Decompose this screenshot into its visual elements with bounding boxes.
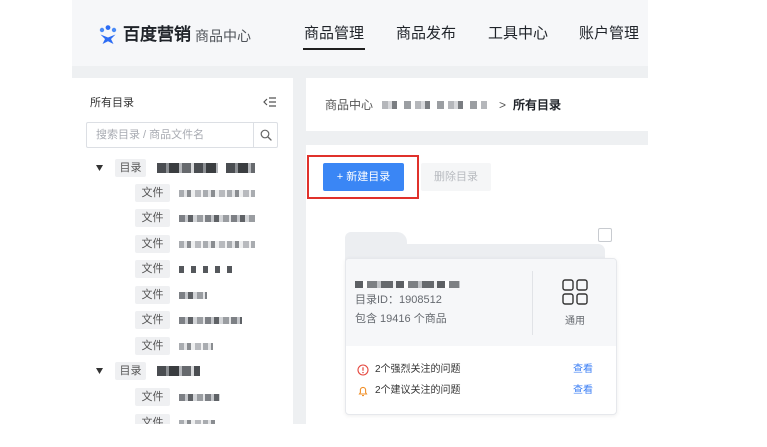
tree-file[interactable]: 文件 (72, 233, 293, 255)
file-tag: 文件 (135, 209, 170, 227)
tree-file[interactable]: 文件 (72, 309, 293, 331)
view-issue-link[interactable]: 查看 (573, 364, 593, 376)
blurred-name (226, 163, 255, 173)
blurred-name (179, 215, 255, 222)
product-name: 商品中心 (195, 28, 251, 44)
catalog-card-info[interactable]: 目录ID：1908512 包含 19416 个商品 通用 (346, 259, 616, 346)
blurred-name (179, 266, 235, 273)
baidu-marketing-logo-icon (99, 25, 117, 44)
tree-file[interactable]: 文件 (72, 258, 293, 280)
file-tag: 文件 (135, 260, 170, 278)
blurred-name (179, 394, 220, 401)
brand-logo[interactable]: 百度营销 商品中心 (72, 0, 292, 66)
file-tag: 文件 (135, 286, 170, 304)
breadcrumb: 商品中心 > 所有目录 (306, 78, 648, 131)
nav-label: 工具中心 (487, 25, 548, 42)
issue-text: 2个强烈关注的问题 (375, 364, 461, 375)
tree-file[interactable]: 文件 (72, 335, 293, 357)
view-issue-link[interactable]: 查看 (573, 385, 593, 397)
tree-file[interactable]: 文件 (72, 386, 293, 408)
issue-text: 2个建议关注的问题 (375, 385, 461, 396)
blurred-name (179, 317, 242, 324)
top-nav: 商品管理 商品发布 工具中心 账户管理 (292, 0, 648, 66)
file-tag: 文件 (135, 388, 170, 406)
blurred-breadcrumb-segment (378, 101, 487, 109)
nav-item-account-management[interactable]: 账户管理 (578, 24, 640, 50)
brand-name: 百度营销 (123, 25, 191, 44)
create-catalog-button[interactable]: + 新建目录 (323, 163, 404, 191)
tree-directory[interactable]: 目录 (72, 360, 293, 382)
blurred-name (179, 190, 255, 197)
catalog-sidebar: 所有目录 目录 文件 (72, 78, 293, 424)
error-circle-icon (357, 364, 369, 376)
nav-item-tool-center[interactable]: 工具中心 (487, 24, 549, 50)
file-tag: 文件 (135, 184, 170, 202)
delete-catalog-button[interactable]: 删除目录 (421, 163, 491, 191)
top-header: 百度营销 商品中心 商品管理 商品发布 工具中心 账户管理 (72, 0, 648, 66)
grid-icon (562, 279, 588, 305)
warning-bell-icon (357, 385, 369, 397)
catalog-tree: 目录 文件 文件 文件 文件 文件 文件 文件 目录 文件 文件 (72, 78, 293, 424)
tree-file[interactable]: 文件 (72, 207, 293, 229)
catalog-id: 目录ID：1908512 (355, 294, 442, 306)
expand-caret-icon[interactable] (96, 165, 103, 171)
blurred-name (179, 241, 255, 248)
card-divider (532, 271, 533, 335)
issue-row-suggested: 2个建议关注的问题 查看 (346, 383, 616, 399)
catalog-product-count: 包含 19416 个商品 (355, 313, 447, 325)
breadcrumb-root[interactable]: 商品中心 (325, 98, 373, 112)
catalog-card[interactable]: 目录ID：1908512 包含 19416 个商品 通用 2个强烈关注的问题 查… (345, 258, 617, 415)
blurred-name (179, 292, 207, 299)
app-window: 百度营销 商品中心 商品管理 商品发布 工具中心 账户管理 所有目录 搜索目录 … (72, 0, 648, 424)
tree-file[interactable]: 文件 (72, 284, 293, 306)
file-tag: 文件 (135, 414, 170, 424)
tree-file[interactable]: 文件 (72, 412, 293, 424)
catalog-select-checkbox[interactable] (598, 228, 612, 242)
blurred-name (355, 281, 460, 288)
blurred-name (157, 366, 200, 376)
catalog-type-label: 通用 (565, 316, 585, 327)
file-tag: 文件 (135, 337, 170, 355)
directory-tag: 目录 (115, 362, 146, 380)
blurred-name (179, 343, 213, 350)
blurred-name (179, 420, 215, 424)
nav-label: 商品管理 (303, 25, 364, 42)
breadcrumb-current: 所有目录 (513, 98, 562, 112)
breadcrumb-separator: > (499, 98, 507, 112)
directory-tag: 目录 (115, 159, 146, 177)
file-tag: 文件 (135, 311, 170, 329)
blurred-name (157, 163, 218, 173)
issue-row-strong: 2个强烈关注的问题 查看 (346, 362, 616, 378)
nav-item-product-publish[interactable]: 商品发布 (395, 24, 457, 50)
file-tag: 文件 (135, 235, 170, 253)
tree-file[interactable]: 文件 (72, 182, 293, 204)
catalog-content: + 新建目录 删除目录 目录ID：1908512 包含 19416 个商品 通用 (306, 145, 648, 424)
tree-directory[interactable]: 目录 (72, 157, 293, 179)
nav-label: 账户管理 (578, 25, 639, 42)
nav-label: 商品发布 (395, 25, 456, 42)
nav-item-product-management[interactable]: 商品管理 (303, 24, 365, 50)
expand-caret-icon[interactable] (96, 368, 103, 374)
